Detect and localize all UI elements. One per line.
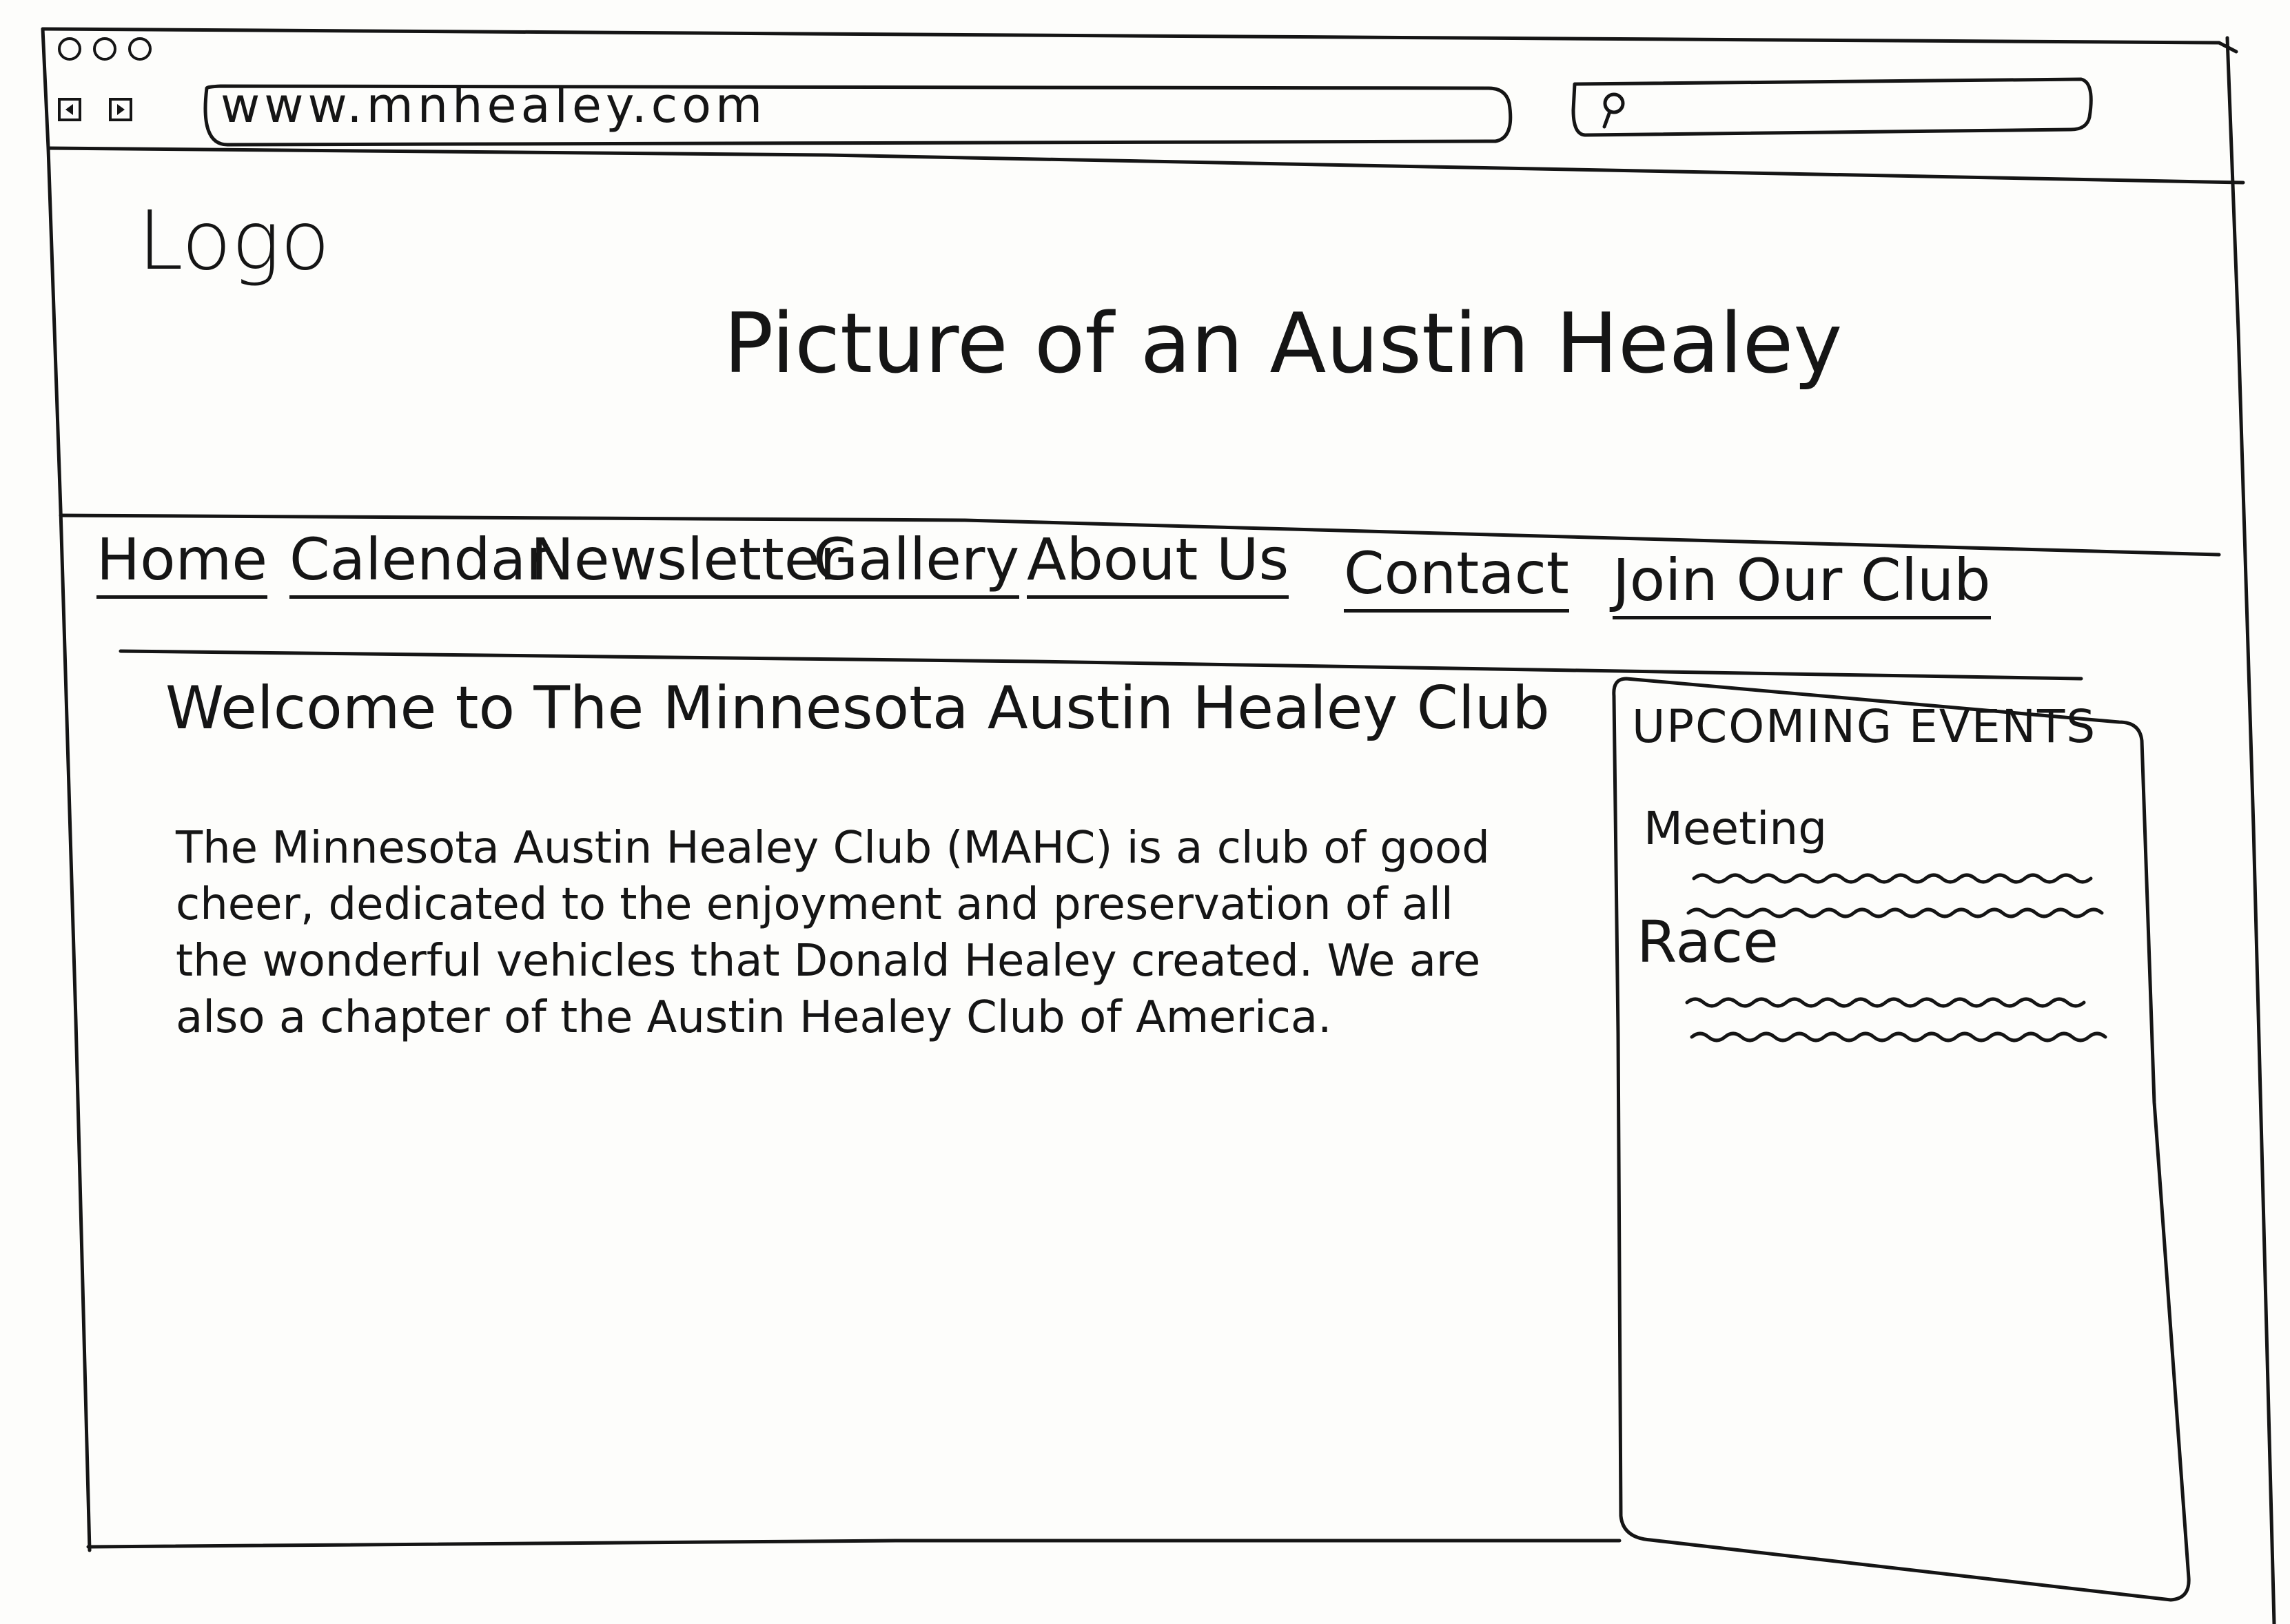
window-close-button[interactable] [58,37,81,61]
search-field[interactable] [1578,84,2085,132]
nav-item-newsletter[interactable]: Newsletter [531,531,844,599]
nav-item-join-our-club[interactable]: Join Our Club [1613,551,1991,619]
page-heading: Welcome to The Minnesota Austin Healey C… [165,674,1550,743]
hero-image-placeholder: Picture of an Austin Healey [724,296,1843,392]
back-button[interactable] [58,98,81,121]
nav-item-home[interactable]: Home [96,531,268,599]
nav-item-contact[interactable]: Contact [1344,544,1569,613]
nav-item-calendar[interactable]: Calendar [289,531,550,599]
forward-arrow-icon [117,104,125,115]
nav-item-gallery[interactable]: Gallery [813,531,1020,599]
url-field[interactable]: www.mnhealey.com [221,81,766,130]
back-arrow-icon [65,104,73,115]
event-item-meeting[interactable]: Meeting [1644,806,1827,852]
nav-item-about-us[interactable]: About Us [1027,531,1289,599]
wireframe-sketch-lines [41,27,2276,1624]
intro-paragraph: The Minnesota Austin Healey Club (MAHC) … [176,823,1490,1043]
forward-button[interactable] [109,98,132,121]
logo: Logo [138,193,330,288]
window-minimize-button[interactable] [93,37,116,61]
search-icon[interactable] [1597,88,1635,132]
event-item-race[interactable]: Race [1637,913,1779,971]
upcoming-events-title: UPCOMING EVENTS [1632,700,2097,753]
window-maximize-button[interactable] [128,37,152,61]
